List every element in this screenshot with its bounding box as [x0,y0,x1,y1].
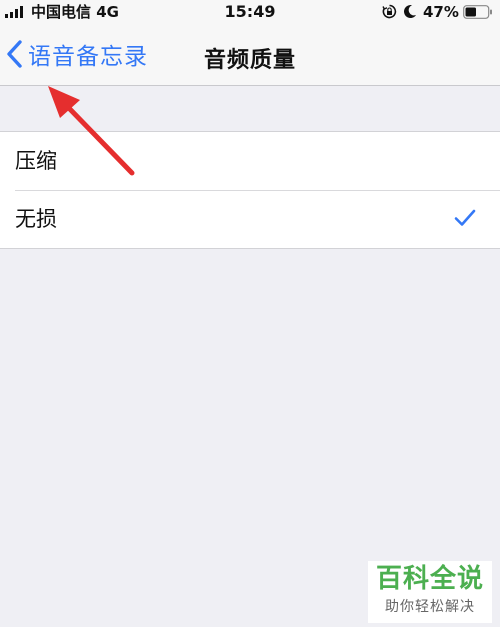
lock-rotation-icon [382,4,397,19]
moon-icon [404,5,416,19]
option-row-lossless[interactable]: 无损 [0,190,500,248]
battery-icon [463,5,492,19]
navigation-bar: 语音备忘录 音频质量 [0,24,500,86]
watermark-title: 百科全说 [375,564,484,594]
status-bar: 中国电信 4G 15:49 47% [0,0,500,24]
watermark-logo: 百科全说 助你轻松解决 [368,561,492,623]
page-title: 音频质量 [203,48,296,73]
battery-percent: 47% [423,3,459,21]
annotation-arrow-icon [48,86,135,176]
checkmark-icon [454,209,476,226]
watermark-subtitle: 助你轻松解决 [385,599,475,615]
option-label: 无损 [15,207,57,231]
